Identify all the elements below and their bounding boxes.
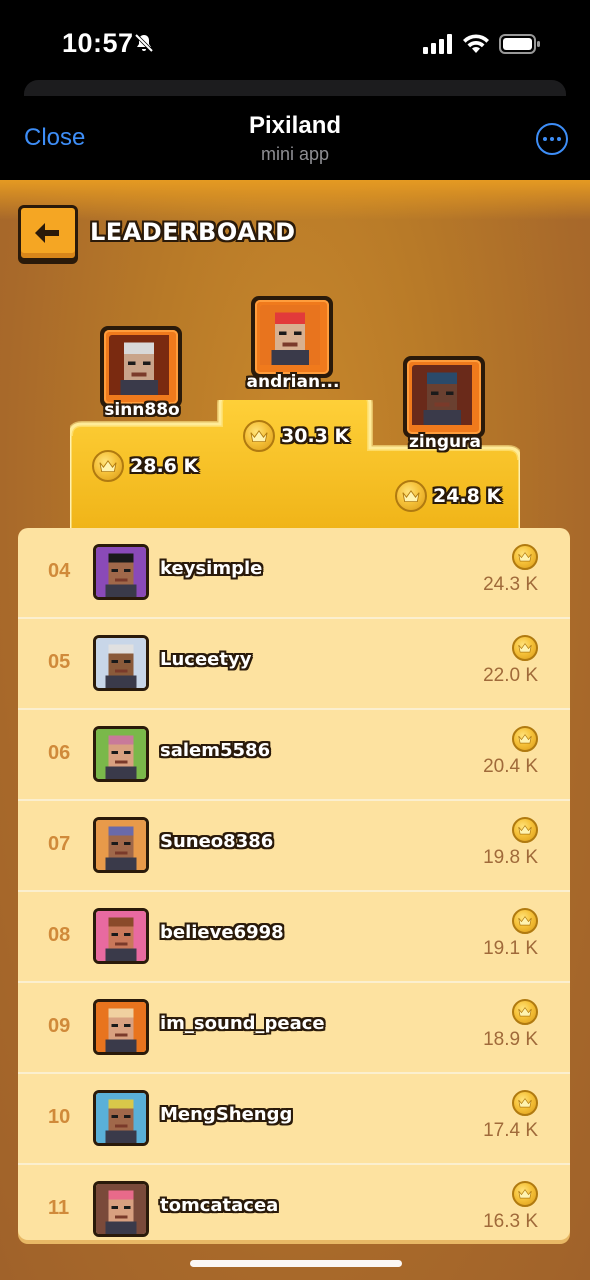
home-indicator	[190, 1260, 402, 1267]
player-score: 24.3 K	[483, 574, 538, 595]
coin-icon	[512, 1090, 538, 1116]
crown-icon	[518, 825, 532, 835]
crown-icon	[518, 1098, 532, 1108]
player-score: 19.8 K	[483, 847, 538, 868]
player-score: 16.3 K	[483, 1211, 538, 1232]
podium-avatar-1[interactable]	[251, 296, 333, 378]
avatar	[93, 817, 149, 873]
rank-number: 05	[48, 651, 71, 673]
coin-icon	[512, 635, 538, 661]
podium-name-2: sinn88o	[104, 400, 180, 420]
avatar	[93, 635, 149, 691]
player-score: 20.4 K	[483, 756, 538, 777]
coin-icon	[512, 999, 538, 1025]
coin-icon	[92, 450, 124, 482]
player-name: salem5586	[160, 740, 271, 761]
coin-icon	[512, 908, 538, 934]
status-bar: 10:57	[0, 0, 590, 86]
back-button[interactable]	[18, 205, 78, 261]
crown-icon	[518, 1189, 532, 1199]
player-score: 18.9 K	[483, 1029, 538, 1050]
podium-avatar-2[interactable]	[100, 326, 182, 408]
game-area: LEADERBOARD 04 keysimple 24.3 K 05 Luceetyy 2…	[0, 180, 590, 1280]
crown-icon	[518, 1007, 532, 1017]
podium-score-value: 28.6 K	[130, 455, 199, 477]
coin-icon	[243, 420, 275, 452]
player-name: im_sound_peace	[160, 1013, 325, 1034]
more-options-button[interactable]	[536, 123, 568, 155]
podium-score-value: 30.3 K	[281, 425, 350, 447]
player-name: tomcatacea	[160, 1195, 279, 1216]
player-score: 19.1 K	[483, 938, 538, 959]
leaderboard-row[interactable]: 06 salem5586 20.4 K	[18, 710, 570, 801]
leaderboard-row[interactable]: 11 tomcatacea 16.3 K	[18, 1165, 570, 1240]
podium-avatar-3[interactable]	[403, 356, 485, 438]
coin-icon	[512, 544, 538, 570]
rank-number: 08	[48, 924, 71, 946]
crown-icon	[99, 459, 117, 472]
podium-score-value: 24.8 K	[433, 485, 502, 507]
podium-name-3: zingura	[409, 432, 481, 452]
leaderboard-row[interactable]: 08 believe6998 19.1 K	[18, 892, 570, 983]
crown-icon	[518, 643, 532, 653]
arrow-left-icon	[35, 223, 59, 243]
leaderboard-title: LEADERBOARD	[90, 218, 296, 246]
leaderboard-row[interactable]: 07 Suneo8386 19.8 K	[18, 801, 570, 892]
rank-number: 11	[48, 1197, 70, 1219]
battery-icon	[499, 34, 540, 54]
avatar	[93, 726, 149, 782]
player-name: Suneo8386	[160, 831, 274, 852]
app-header: Close Pixiland mini app	[0, 96, 590, 180]
sheet-top	[24, 80, 566, 96]
app-subtitle: mini app	[260, 144, 330, 164]
rank-number: 10	[48, 1106, 71, 1128]
rank-number: 06	[48, 742, 71, 764]
leaderboard-row[interactable]: 09 im_sound_peace 18.9 K	[18, 983, 570, 1074]
crown-icon	[402, 489, 420, 502]
coin-icon	[395, 480, 427, 512]
player-name: keysimple	[160, 558, 263, 579]
leaderboard-list: 04 keysimple 24.3 K 05 Luceetyy 22.0 K 06 salem…	[18, 528, 570, 1240]
rank-number: 07	[48, 833, 71, 855]
leaderboard-row[interactable]: 10 MengShengg 17.4 K	[18, 1074, 570, 1165]
avatar	[93, 544, 149, 600]
avatar	[93, 999, 149, 1055]
player-score: 22.0 K	[483, 665, 538, 686]
player-name: MengShengg	[160, 1104, 293, 1125]
player-score: 17.4 K	[483, 1120, 538, 1141]
rank-number: 09	[48, 1015, 71, 1037]
avatar	[93, 908, 149, 964]
crown-icon	[518, 552, 532, 562]
coin-icon	[512, 726, 538, 752]
rank-number: 04	[48, 560, 71, 582]
player-name: Luceetyy	[160, 649, 252, 670]
player-name: believe6998	[160, 922, 284, 943]
podium-score-2: 28.6 K	[92, 450, 198, 482]
app-title: Pixiland	[248, 112, 342, 139]
crown-icon	[250, 429, 268, 442]
status-time: 10:57	[62, 28, 134, 58]
coin-icon	[512, 1181, 538, 1207]
crown-icon	[518, 734, 532, 744]
leaderboard-row[interactable]: 05 Luceetyy 22.0 K	[18, 619, 570, 710]
podium-score-3: 24.8 K	[395, 480, 501, 512]
crown-icon	[518, 916, 532, 926]
leaderboard-row[interactable]: 04 keysimple 24.3 K	[18, 528, 570, 619]
avatar	[93, 1090, 149, 1146]
coin-icon	[512, 817, 538, 843]
wifi-icon	[463, 34, 489, 53]
podium-score-1: 30.3 K	[243, 420, 349, 452]
bell-muted-icon	[134, 33, 154, 53]
podium-name-1: andrian...	[246, 372, 340, 392]
signal-icon	[423, 34, 452, 54]
avatar	[93, 1181, 149, 1237]
